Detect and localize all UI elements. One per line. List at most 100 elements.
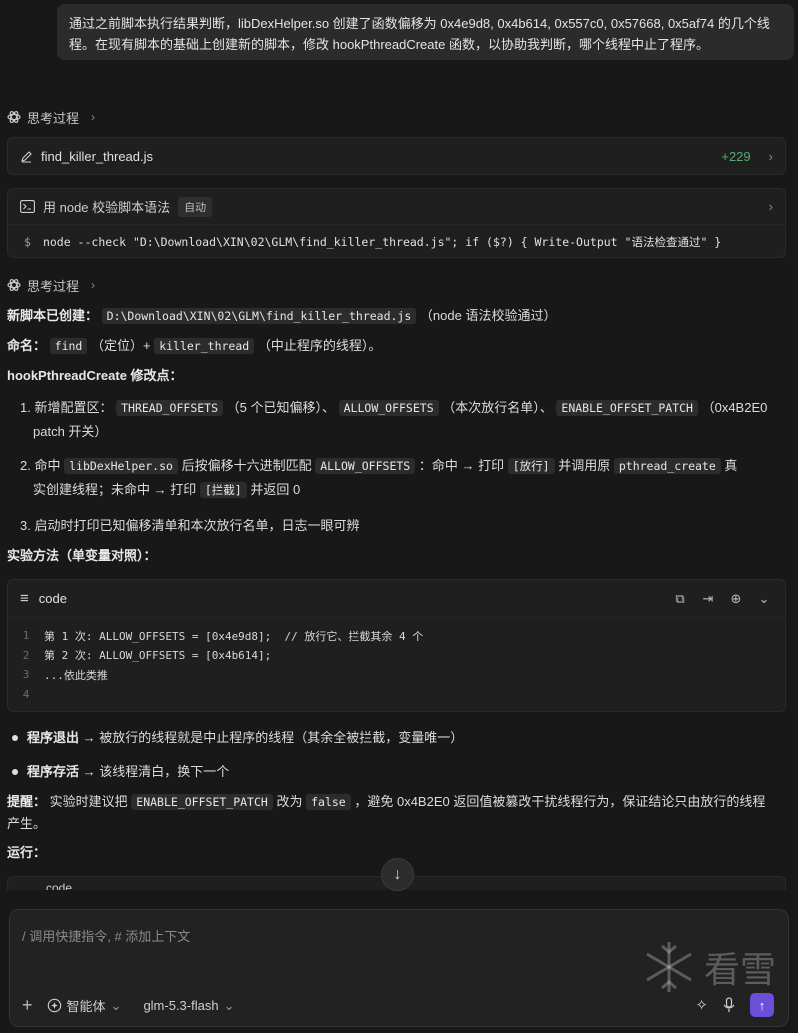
thinking-toggle-2[interactable]: 思考过程 › bbox=[7, 275, 786, 295]
created-label: 新脚本已创建： bbox=[7, 308, 99, 323]
model-selector[interactable]: glm-5.3-flash ⌄ bbox=[143, 998, 234, 1014]
scroll-down-button[interactable]: ↓ bbox=[381, 858, 414, 891]
watermark-text: 看雪 bbox=[703, 950, 776, 991]
bullet-dot bbox=[12, 735, 18, 741]
insert-icon[interactable]: ⇥ bbox=[699, 591, 717, 607]
apply-icon[interactable]: ⊕ bbox=[727, 591, 745, 607]
microphone-icon[interactable] bbox=[722, 997, 736, 1013]
command-card: 用 node 校验脚本语法 自动 › $ node --check "D:\Do… bbox=[7, 188, 786, 258]
naming-killer-note: （中止程序的线程）。 bbox=[257, 338, 382, 353]
code-lines-icon: ≡ bbox=[20, 590, 29, 607]
agent-icon bbox=[47, 998, 61, 1013]
item1-text3: （0x4B2E0 bbox=[701, 400, 768, 415]
auto-badge: 自动 bbox=[178, 196, 213, 217]
chevron-right-icon: › bbox=[768, 148, 773, 164]
code-line: 1 第 1 次: ALLOW_OFFSETS = [0x4e9d8]; // 放行… bbox=[8, 626, 785, 646]
copy-icon[interactable]: ⧉ bbox=[671, 591, 689, 607]
agent-selector[interactable]: 智能体 ⌄ bbox=[47, 996, 122, 1015]
composer-right-tools: ✧ ↑ bbox=[695, 993, 774, 1017]
code-allow-tag: [放行] bbox=[507, 458, 555, 474]
item1-prefix: 1. 新增配置区： bbox=[20, 400, 113, 415]
snowflake-icon bbox=[646, 942, 692, 992]
tip-text2: 改为 bbox=[276, 794, 303, 809]
list-item-1: 1. 新增配置区： THREAD_OFFSETS （5 个已知偏移）、 ALLO… bbox=[20, 396, 788, 444]
item2-text4: 真 bbox=[724, 458, 738, 473]
line-text: 第 1 次: ALLOW_OFFSETS = [0x4e9d8]; // 放行它… bbox=[44, 629, 424, 643]
bullet2-text: → 该线程清白，换下一个 bbox=[79, 764, 230, 779]
code-block-header: ≡ code ⧉ ⇥ ⊕ ⌄ bbox=[8, 580, 785, 618]
code-line: 2 第 2 次: ALLOW_OFFSETS = [0x4b614]; bbox=[8, 646, 785, 666]
code-label: code bbox=[38, 591, 67, 606]
agent-label: 智能体 bbox=[66, 999, 106, 1014]
user-message: 通过之前脚本执行结果判断，libDexHelper.so 创建了函数偏移为 0x… bbox=[57, 4, 794, 60]
thinking-label: 思考过程 bbox=[27, 110, 80, 126]
code-allow-offsets: ALLOW_OFFSETS bbox=[315, 458, 416, 474]
add-icon[interactable]: + bbox=[22, 995, 33, 1016]
code-lines: 1 第 1 次: ALLOW_OFFSETS = [0x4e9d8]; // 放行… bbox=[8, 618, 785, 704]
watermark: 看雪 bbox=[640, 938, 776, 996]
item1-text4: patch 开关） bbox=[33, 424, 108, 439]
line-number: 2 bbox=[22, 648, 30, 662]
thinking-label: 思考过程 bbox=[27, 278, 80, 294]
code-block: ≡ code ⧉ ⇥ ⊕ ⌄ 1 第 1 次: ALLOW_OFFSETS = [… bbox=[7, 579, 786, 712]
chevron-right-icon: › bbox=[768, 199, 773, 214]
created-line: 新脚本已创建： D:\Download\XIN\02\GLM\find_kill… bbox=[7, 305, 788, 327]
naming-find-note: （定位）+ bbox=[90, 338, 151, 353]
thinking-toggle-1[interactable]: 思考过程 › bbox=[7, 107, 786, 127]
terminal-icon bbox=[20, 200, 35, 213]
command-header[interactable]: 用 node 校验脚本语法 自动 › bbox=[8, 189, 785, 225]
thinking-icon bbox=[7, 279, 21, 291]
chevron-down-icon: ⌄ bbox=[110, 997, 122, 1013]
item1-text2: （本次放行名单）、 bbox=[442, 400, 553, 415]
thinking-icon bbox=[7, 111, 21, 123]
item2-prefix: 2. 命中 bbox=[20, 458, 61, 473]
edit-icon bbox=[21, 150, 32, 163]
chevron-right-icon: › bbox=[91, 110, 96, 124]
model-label: glm-5.3-flash bbox=[143, 998, 219, 1013]
chat-composer[interactable]: / 调用快捷指令, # 添加上下文 看雪 + 智能体 ⌄ glm-5.3-fla… bbox=[9, 909, 789, 1027]
command-body: $ node --check "D:\Download\XIN\02\GLM\f… bbox=[8, 225, 785, 259]
command-title: 用 node 校验脚本语法 bbox=[43, 200, 171, 215]
bullet-alive: 程序存活 → 该线程清白，换下一个 bbox=[12, 761, 788, 783]
code-false: false bbox=[306, 794, 351, 810]
created-path: D:\Download\XIN\02\GLM\find_killer_threa… bbox=[101, 308, 417, 324]
chevron-down-icon: ⌄ bbox=[223, 997, 235, 1013]
list-item-3: 3. 启动时打印已知偏移清单和本次放行名单，日志一眼可辨 bbox=[20, 518, 360, 533]
naming-find: find bbox=[49, 338, 88, 354]
bullet-exit: 程序退出 → 被放行的线程就是中止程序的线程（其余全被拦截，变量唯一） bbox=[12, 727, 788, 749]
line-number: 1 bbox=[22, 629, 30, 643]
line-number: 4 bbox=[22, 687, 30, 701]
created-note: （node 语法校验通过） bbox=[419, 308, 557, 323]
tip-text1: 实验时建议把 bbox=[49, 794, 128, 809]
naming-label: 命名： bbox=[7, 338, 47, 353]
item1-text1: （5 个已知偏移）、 bbox=[226, 400, 335, 415]
code-thread-offsets: THREAD_OFFSETS bbox=[116, 400, 224, 416]
send-button[interactable]: ↑ bbox=[750, 993, 774, 1017]
line-text: 第 2 次: ALLOW_OFFSETS = [0x4b614]; bbox=[44, 649, 272, 663]
diff-count: +229 bbox=[721, 148, 751, 164]
item2-text3: 并调用原 bbox=[558, 458, 611, 473]
line-number: 3 bbox=[22, 668, 30, 682]
item2-text6: 并返回 0 bbox=[250, 482, 301, 497]
list-item-2: 2. 命中 libDexHelper.so 后按偏移十六进制匹配 ALLOW_O… bbox=[20, 454, 788, 502]
bullet1-text: → 被放行的线程就是中止程序的线程（其余全被拦截，变量唯一） bbox=[79, 730, 464, 745]
chevron-down-icon[interactable]: ⌄ bbox=[755, 591, 773, 607]
file-name: find_killer_thread.js bbox=[41, 148, 154, 164]
code-enable-offset-patch: ENABLE_OFFSET_PATCH bbox=[131, 794, 273, 810]
line-text: ...依此类推 bbox=[44, 668, 108, 682]
code-enable-offset-patch: ENABLE_OFFSET_PATCH bbox=[556, 400, 698, 416]
naming-line: 命名： find （定位）+ killer_thread （中止程序的线程）。 bbox=[7, 335, 788, 357]
bullet1-bold: 程序退出 bbox=[27, 730, 80, 745]
item2-text1: 后按偏移十六进制匹配 bbox=[181, 458, 312, 473]
file-change-card[interactable]: find_killer_thread.js +229 › bbox=[7, 137, 786, 175]
item2-text2: ：命中 → 打印 bbox=[418, 458, 505, 473]
tip-paragraph: 提醒： 实验时建议把 ENABLE_OFFSET_PATCH 改为 false … bbox=[7, 791, 788, 835]
composer-placeholder: / 调用快捷指令, # 添加上下文 bbox=[22, 929, 191, 944]
code-block-tag: [拦截] bbox=[199, 482, 247, 498]
naming-killer: killer_thread bbox=[154, 338, 255, 354]
bullet-dot bbox=[12, 769, 18, 775]
sparkle-icon[interactable]: ✧ bbox=[695, 996, 708, 1014]
code-line: 3 ...依此类推 bbox=[8, 665, 785, 685]
tip-label: 提醒： bbox=[7, 794, 47, 809]
command-text: node --check "D:\Download\XIN\02\GLM\fin… bbox=[42, 235, 722, 249]
